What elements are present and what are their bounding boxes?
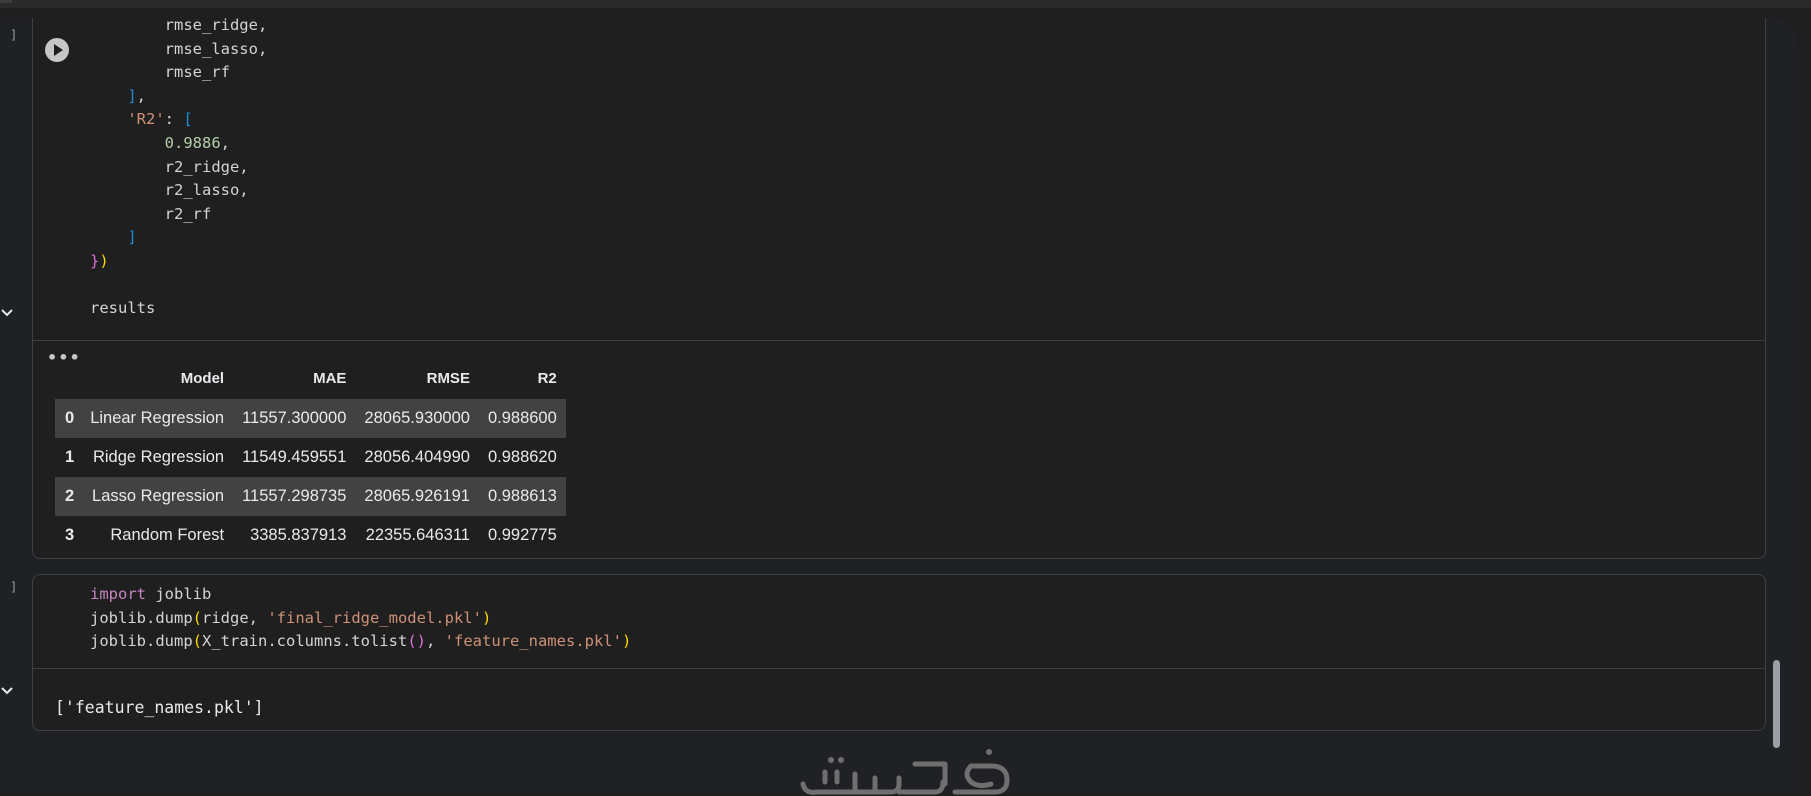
code-line: r2_lasso,	[164, 181, 249, 200]
column-header: Model	[180, 369, 225, 387]
notebook-pane[interactable]: ] rmse_ridge, rmse_lasso, rmse_rf ], 'R2…	[0, 16, 1798, 795]
output-divider	[33, 668, 1765, 669]
dict-key: 'R2'	[127, 110, 165, 129]
code-editor[interactable]: rmse_ridge, rmse_lasso, rmse_rf ], 'R2':…	[90, 14, 267, 321]
code-text: X_train.columns.tolist	[202, 632, 408, 651]
paren: (	[192, 632, 202, 651]
watermark-logo	[800, 749, 1010, 795]
collapse-output-icon[interactable]	[0, 305, 14, 319]
scrollbar[interactable]	[1773, 660, 1780, 748]
cell-rmse: 28056.404990	[364, 448, 470, 466]
run-cell-icon[interactable]	[45, 38, 69, 62]
cell-rmse: 22355.646311	[365, 526, 470, 544]
column-header: R2	[537, 369, 557, 387]
paren: )	[99, 251, 109, 270]
code-editor[interactable]: import joblib joblib.dump(ridge, 'final_…	[90, 583, 631, 654]
table-row: 1 Ridge Regression 11549.459551 28056.40…	[55, 438, 566, 477]
code-text: joblib.dump	[90, 632, 193, 651]
cell-r2: 0.988600	[487, 409, 557, 427]
code-text: ridge,	[202, 608, 268, 627]
cell-mae: 3385.837913	[250, 526, 347, 544]
row-index: 1	[65, 448, 75, 466]
row-index: 2	[65, 487, 75, 505]
row-index: 0	[65, 409, 75, 427]
bracket: [	[183, 110, 193, 129]
cell-rmse: 28065.926191	[364, 487, 470, 505]
keyword: import	[90, 585, 146, 603]
code-line: r2_ridge,	[164, 157, 249, 176]
brace: }	[90, 251, 100, 270]
paren: ()	[407, 632, 426, 651]
punct: ,	[220, 133, 230, 152]
tab-edge	[0, 0, 12, 3]
code-line: results	[90, 299, 156, 318]
paren: )	[481, 608, 492, 627]
cell1-exec-count: ]	[10, 28, 18, 42]
cell-r2: 0.992775	[487, 526, 557, 544]
code-text: ,	[425, 632, 445, 651]
code-line: rmse_ridge,	[164, 16, 268, 34]
table-row: 2 Lasso Regression 11557.298735 28065.92…	[55, 477, 566, 516]
code-line: r2_rf	[164, 204, 212, 223]
cell-model: Random Forest	[110, 526, 225, 544]
row-index: 3	[65, 526, 75, 544]
cell-r2: 0.988613	[487, 487, 557, 505]
paren: (	[192, 608, 202, 627]
number: 0.9886	[164, 133, 221, 152]
code-cell-joblib[interactable]: import joblib joblib.dump(ridge, 'final_…	[32, 574, 1766, 731]
column-header	[55, 357, 81, 399]
table-header-row: Model MAE RMSE R2	[55, 357, 566, 399]
code-text: joblib.dump	[90, 608, 193, 627]
cell-model: Lasso Regression	[92, 487, 225, 505]
collapse-output-icon[interactable]	[0, 683, 14, 697]
code-line: rmse_rf	[164, 63, 230, 82]
cell-rmse: 28065.930000	[364, 409, 470, 427]
top-bar	[0, 0, 1811, 8]
cell-output-text: ['feature_names.pkl']	[55, 698, 264, 717]
paren: )	[621, 632, 632, 651]
column-header: MAE	[313, 369, 347, 387]
bracket: ]	[127, 86, 137, 105]
cell-model: Linear Regression	[90, 409, 225, 427]
cell-model: Ridge Regression	[92, 448, 225, 466]
cell-r2: 0.988620	[487, 448, 557, 466]
punct: :	[164, 110, 184, 129]
column-header: RMSE	[426, 369, 470, 387]
punct: ,	[136, 86, 147, 105]
bracket: ]	[127, 228, 137, 247]
table-row: 0 Linear Regression 11557.300000 28065.9…	[55, 399, 566, 438]
string-literal: 'feature_names.pkl'	[444, 632, 622, 651]
output-divider	[33, 340, 1765, 341]
cell-mae: 11557.298735	[242, 487, 347, 505]
cell-mae: 11557.300000	[242, 409, 347, 427]
table-row: 3 Random Forest 3385.837913 22355.646311…	[55, 516, 566, 555]
string-literal: 'final_ridge_model.pkl'	[267, 608, 482, 627]
cell2-exec-count: ]	[10, 580, 18, 594]
cell-mae: 11549.459551	[242, 448, 347, 466]
code-line: rmse_lasso,	[164, 39, 268, 58]
code-text: joblib	[146, 585, 212, 603]
results-dataframe: Model MAE RMSE R2 0 Linear Regression 11…	[55, 357, 566, 555]
